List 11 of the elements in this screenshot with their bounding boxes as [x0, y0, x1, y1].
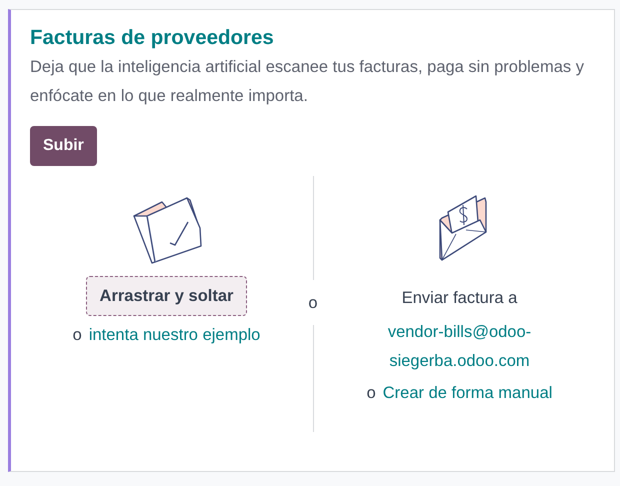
send-bill-label: Enviar factura a [402, 289, 518, 308]
or-text: o [72, 326, 82, 345]
or-separator: o [308, 293, 318, 314]
card-description: Deja que la inteligencia artificial escanee tus facturas, paga sin problemas y enfócate en lo que realmente importa. [30, 57, 585, 107]
upload-button[interactable]: Subir [30, 126, 97, 166]
manual-create-link[interactable]: Crear de forma manual [382, 384, 552, 403]
drag-and-drop-button[interactable]: Arrastrar y soltar [86, 276, 248, 316]
card-title: Facturas de proveedores [30, 25, 275, 51]
or-text: o [366, 384, 376, 403]
example-link[interactable]: intenta nuestro ejemplo [88, 326, 260, 345]
email-link[interactable]: vendor-bills@odoo-siegerba.odoo.com [374, 318, 544, 376]
